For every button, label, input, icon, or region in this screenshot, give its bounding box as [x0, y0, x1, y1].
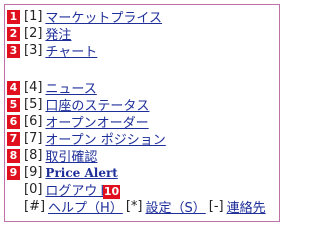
menu-badge: 6	[7, 114, 20, 129]
menu-key: [0]	[24, 182, 43, 197]
menu-item-order: 2 [2] 発注	[7, 25, 71, 43]
menu-item-logout: [0] ログアウト	[7, 181, 110, 199]
menu-key: [5]	[24, 97, 43, 112]
menu-badge: 9	[7, 165, 20, 180]
menu-item-open-orders: 6 [6] オープンオーダー	[7, 113, 149, 131]
menu-badge: 4	[7, 80, 20, 95]
menu-badge: 1	[7, 9, 20, 24]
contact-link[interactable]: 連絡先	[227, 197, 266, 216]
menu-key: [1]	[24, 9, 43, 24]
menu-item-price-alert: 9 [9] Price Alert	[7, 164, 118, 181]
menu-key: [2]	[24, 26, 43, 41]
menu-badge: 3	[7, 43, 20, 58]
menu-footer: [#] ヘルプ（H） [*] 設定（S） [-] 連絡先	[7, 197, 266, 216]
menu-item-chart: 3 [3] チャート	[7, 41, 97, 60]
menu-badge: 2	[7, 26, 20, 41]
menu-key: [6]	[24, 114, 43, 129]
menu-item-account-status: 5 [5] 口座のステータス	[7, 96, 149, 114]
trade-confirmation-link[interactable]: 取引確認	[45, 146, 97, 165]
menu-key: [3]	[24, 43, 43, 58]
badge-spacer	[7, 183, 20, 197]
menu-item-trade-confirmation: 8 [8] 取引確認	[7, 146, 97, 165]
menu-key: [7]	[24, 131, 43, 146]
price-alert-link[interactable]: Price Alert	[45, 166, 117, 180]
chart-link[interactable]: チャート	[45, 41, 97, 60]
badge-spacer	[7, 200, 20, 214]
help-link[interactable]: ヘルプ（H）	[48, 197, 123, 216]
menu-item-news: 4 [4] ニュース	[7, 79, 97, 97]
menu-badge: 5	[7, 97, 20, 112]
settings-link[interactable]: 設定（S）	[145, 197, 205, 216]
contact-key: [-]	[208, 199, 224, 214]
settings-key: [*]	[125, 199, 143, 214]
menu-item-open-positions: 7 [7] オープン ポジション	[7, 130, 166, 148]
menu-badge: 8	[7, 148, 20, 163]
menu-badge: 7	[7, 131, 20, 146]
menu-key: [8]	[24, 148, 43, 163]
menu-key: [9]	[24, 165, 43, 180]
menu-key: [4]	[24, 80, 43, 95]
menu-item-market-price: 1 [1] マーケットプライス	[7, 8, 162, 26]
help-key: [#]	[24, 199, 46, 214]
